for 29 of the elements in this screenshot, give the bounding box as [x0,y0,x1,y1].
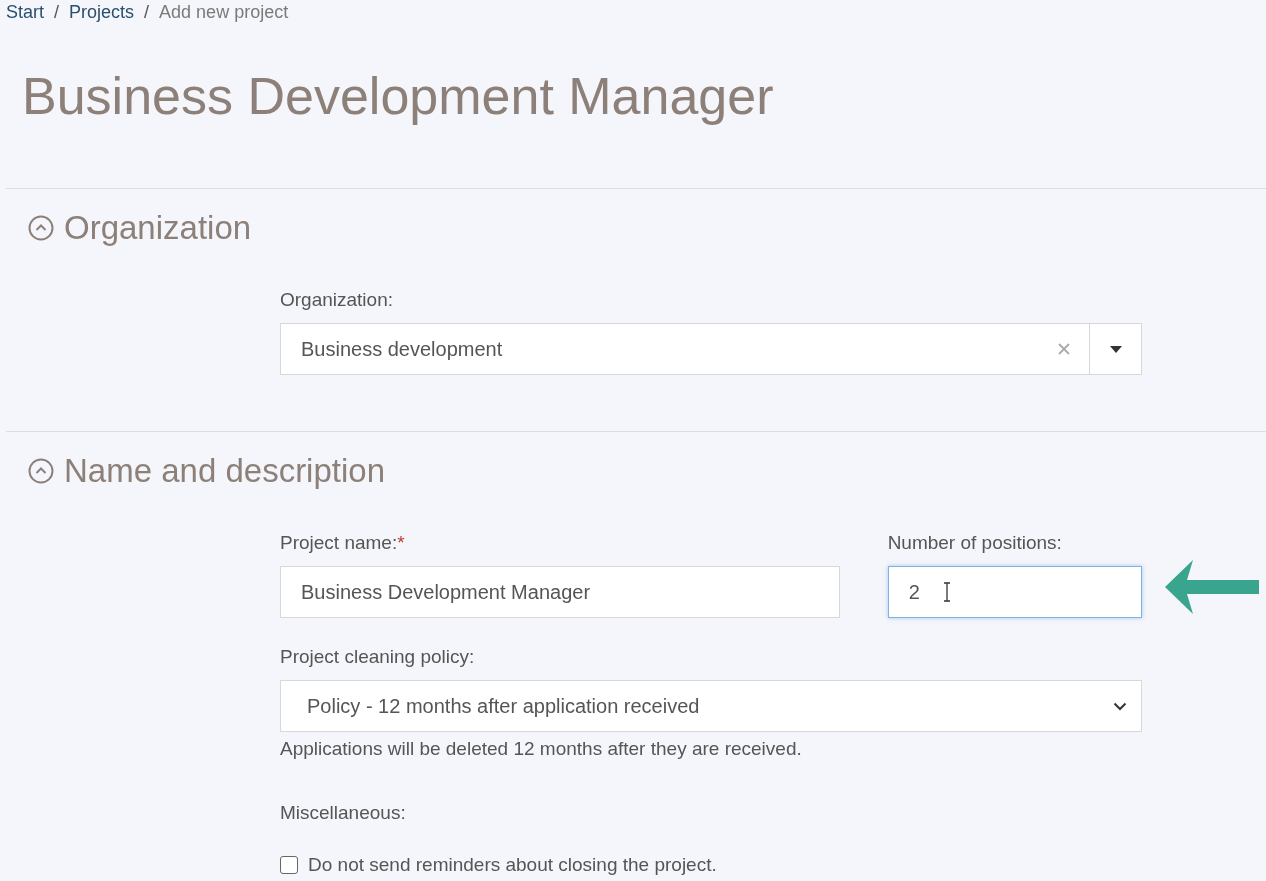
chevron-down-icon [1113,701,1127,711]
caret-icon [1109,345,1122,353]
field-label: Project cleaning policy: [280,646,476,668]
field-label: Miscellaneous: [280,802,407,824]
arrow-icon [1165,560,1259,614]
field-label: Number of positions: [887,532,1063,554]
input-field[interactable]: Business Development Manager [280,566,840,618]
clear-icon[interactable] [1057,342,1071,356]
help-text: Applications will be deleted 12 months after they are received. [280,738,803,760]
breadcrumb-link[interactable]: Projects [69,2,135,23]
input-field[interactable]: 2 [887,566,1142,618]
checkbox[interactable] [280,856,298,874]
field-label: Project name:* [280,532,406,554]
page-title: Business Development Manager [22,66,775,127]
breadcrumb-separator: / [54,2,60,23]
combobox-value: Business development [300,337,504,361]
field-label: Organization: [280,289,394,311]
text-cursor-icon [941,582,952,602]
checkbox-label: Do not send reminders about closing the project. [308,854,717,876]
policy-select[interactable]: Policy - 12 months after application received [280,680,1142,732]
required-mark: * [397,532,405,553]
breadcrumb-current: Add new project [159,2,289,23]
section-title: Organization [64,209,252,247]
breadcrumb-separator: / [144,2,150,23]
collapse-icon[interactable] [28,215,54,241]
organization-combobox[interactable]: Business development [280,323,1142,375]
collapse-icon[interactable] [28,458,54,484]
section-title: Name and description [64,452,385,490]
breadcrumb-link[interactable]: Start [6,2,44,23]
